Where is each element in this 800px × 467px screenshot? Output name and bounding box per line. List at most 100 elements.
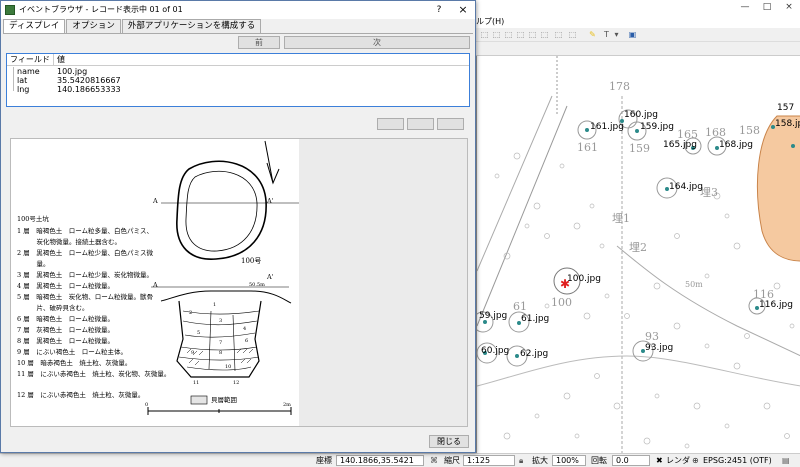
main-window-titlebar: — □ × <box>476 0 800 16</box>
section-number: 4 <box>243 326 247 332</box>
dialog-close-button[interactable]: × <box>455 1 471 19</box>
photo-label[interactable]: 164.jpg <box>669 182 703 192</box>
rotation-field[interactable]: 0.0 <box>612 455 650 466</box>
map-feature-number: 61 <box>513 300 527 313</box>
section-marker-a: A <box>153 197 158 205</box>
section-top <box>160 290 292 304</box>
photo-label[interactable]: 160.jpg <box>624 110 658 120</box>
action-button-1[interactable] <box>377 118 404 130</box>
layer-description: 4 層 黒褐色土 ローム粒微量。 <box>17 282 115 290</box>
crs-globe-icon[interactable]: ⊕ <box>692 455 699 467</box>
tab-options[interactable]: オプション <box>66 19 121 33</box>
table-row[interactable]: lng 140.186653333 <box>7 85 469 94</box>
magnify-label: 拡大 <box>532 456 548 465</box>
column-divider[interactable] <box>53 54 54 66</box>
scale-start-label: 0 <box>145 402 149 408</box>
column-header-field[interactable]: フィールド <box>10 54 50 65</box>
photo-label[interactable]: 157 <box>777 103 794 113</box>
main-toolbar-secondary <box>476 42 800 56</box>
photo-label[interactable]: 116.jpg <box>759 300 793 310</box>
action-button-2[interactable] <box>407 118 434 130</box>
layer-description: 片、破砕貝含む。 <box>17 304 89 312</box>
table-row[interactable]: name 100.jpg <box>7 67 469 76</box>
photo-label[interactable]: 60.jpg <box>481 346 509 356</box>
next-button[interactable]: 次 <box>284 36 470 49</box>
layer-description: 11 層 にぶい赤褐色土 焼土粒、炭化物、灰微量。 <box>17 370 171 378</box>
map-feature-number: 50m <box>685 280 703 289</box>
dialog-tabs: ディスプレイ オプション 外部アプリケーションを構成する <box>3 19 262 33</box>
toolbar-icon-1[interactable]: ⬚ <box>480 30 489 39</box>
toolbar-icon-7[interactable]: ⬚ <box>554 30 563 39</box>
photo-label[interactable]: 61.jpg <box>521 314 549 324</box>
scale-combo[interactable]: 1:125 <box>463 455 515 466</box>
dialog-title: イベントブラウザ - レコード表示中 01 of 01 <box>19 5 183 14</box>
tab-external-apps[interactable]: 外部アプリケーションを構成する <box>121 19 262 33</box>
lock-icon[interactable]: 🔒︎ <box>519 455 523 467</box>
photo-label[interactable]: 158.jpg <box>775 119 800 129</box>
action-button-3[interactable] <box>437 118 464 130</box>
legend-label: 貝層範囲 <box>211 396 237 404</box>
toolbar-icon-4[interactable]: ⬚ <box>516 30 525 39</box>
render-label: レンダ <box>666 456 690 465</box>
toggle-extents-icon[interactable]: ⌘ <box>430 455 438 467</box>
crs-button[interactable]: EPSG:2451 (OTF) <box>703 455 772 467</box>
map-canvas[interactable]: ✱ 178 161 159 165 168 158 埋3 埋1 埋2 100 6… <box>476 56 800 453</box>
image-preview-frame[interactable]: A A' 100号 A A' 50.5m 1 2 3 4 5 6 7 8 9 1… <box>10 138 468 427</box>
close-button[interactable]: × <box>778 0 800 16</box>
statusbar: 座標 140.1866,35.5421 ⌘ 縮尺 1:125 🔒︎ 拡大 100… <box>0 453 800 467</box>
layer-description: 5 層 暗褐色土 炭化物、ローム粒微量。獣骨 <box>17 293 154 301</box>
close-dialog-button[interactable]: 閉じる <box>429 435 469 448</box>
maximize-button[interactable]: □ <box>756 0 778 16</box>
map-feature-number: 100 <box>551 296 572 309</box>
map-feature-number: 159 <box>629 142 650 155</box>
field-name: lng <box>17 85 30 94</box>
magnify-field[interactable]: 100% <box>552 455 586 466</box>
toolbar-icon-5[interactable]: ⬚ <box>528 30 537 39</box>
window-controls: — □ × <box>734 0 800 16</box>
messages-icon[interactable]: ▤ <box>782 455 790 467</box>
toolbar-icon-8[interactable]: ⬚ <box>568 30 577 39</box>
table-row[interactable]: lat 35.5420816667 <box>7 76 469 85</box>
north-arrow-head <box>266 162 280 185</box>
column-header-value[interactable]: 値 <box>57 54 65 65</box>
dialog-titlebar: イベントブラウザ - レコード表示中 01 of 01 ? × <box>1 1 475 19</box>
excavation-drawing: A A' 100号 A A' 50.5m 1 2 3 4 5 6 7 8 9 1… <box>11 139 299 426</box>
toolbar-icon-6[interactable]: ⬚ <box>540 30 549 39</box>
help-button[interactable]: ? <box>431 1 447 19</box>
annotation-icon[interactable]: ✎ <box>588 30 597 39</box>
layer-description: 10 層 暗赤褐色土 焼土粒、灰微量。 <box>17 359 132 367</box>
photo-label[interactable]: 161.jpg <box>590 122 624 132</box>
text-annotation-icon[interactable]: T <box>602 30 611 39</box>
toolbar-icon-2[interactable]: ⬚ <box>492 30 501 39</box>
field-name: name <box>17 67 40 76</box>
photo-label[interactable]: 59.jpg <box>479 311 507 321</box>
section-number: 12 <box>233 380 240 386</box>
scatter-stones <box>494 152 795 449</box>
prev-button[interactable]: 前 <box>238 36 280 49</box>
event-browser-dialog: イベントブラウザ - レコード表示中 01 of 01 ? × ディスプレイ オ… <box>0 0 476 453</box>
menu-help[interactable]: ルプ(H) <box>476 16 504 28</box>
scale-end-label: 2m <box>283 402 291 408</box>
minimize-button[interactable]: — <box>734 0 756 16</box>
photo-label[interactable]: 168.jpg <box>719 140 753 150</box>
photo-label[interactable]: 165.jpg <box>663 140 697 150</box>
photo-label[interactable]: 100.jpg <box>567 274 601 284</box>
coord-field[interactable]: 140.1866,35.5421 <box>336 455 424 466</box>
rotation-label: 回転 <box>591 456 607 465</box>
tab-display[interactable]: ディスプレイ <box>3 19 66 33</box>
map-tips-icon[interactable]: ▣ <box>628 30 637 39</box>
chevron-down-icon[interactable]: ▾ <box>612 30 621 39</box>
photo-label[interactable]: 93.jpg <box>645 343 673 353</box>
map-feature-number: 93 <box>645 330 659 343</box>
pit-plan-inner <box>185 170 258 252</box>
toolbar-icon-3[interactable]: ⬚ <box>504 30 513 39</box>
layer-description: 量。 <box>17 260 50 268</box>
scale-label: 縮尺 <box>444 456 460 465</box>
layer-description: 3 層 黒褐色土 ローム粒少量、炭化物微量。 <box>17 271 154 279</box>
elevation-label: 50.5m <box>249 282 265 288</box>
photo-label[interactable]: 62.jpg <box>520 349 548 359</box>
map-feature-number: 158 <box>739 124 760 137</box>
map-feature-number: 168 <box>705 126 726 139</box>
photo-label[interactable]: 159.jpg <box>640 122 674 132</box>
render-checkbox-icon[interactable]: ✖ <box>656 455 663 467</box>
